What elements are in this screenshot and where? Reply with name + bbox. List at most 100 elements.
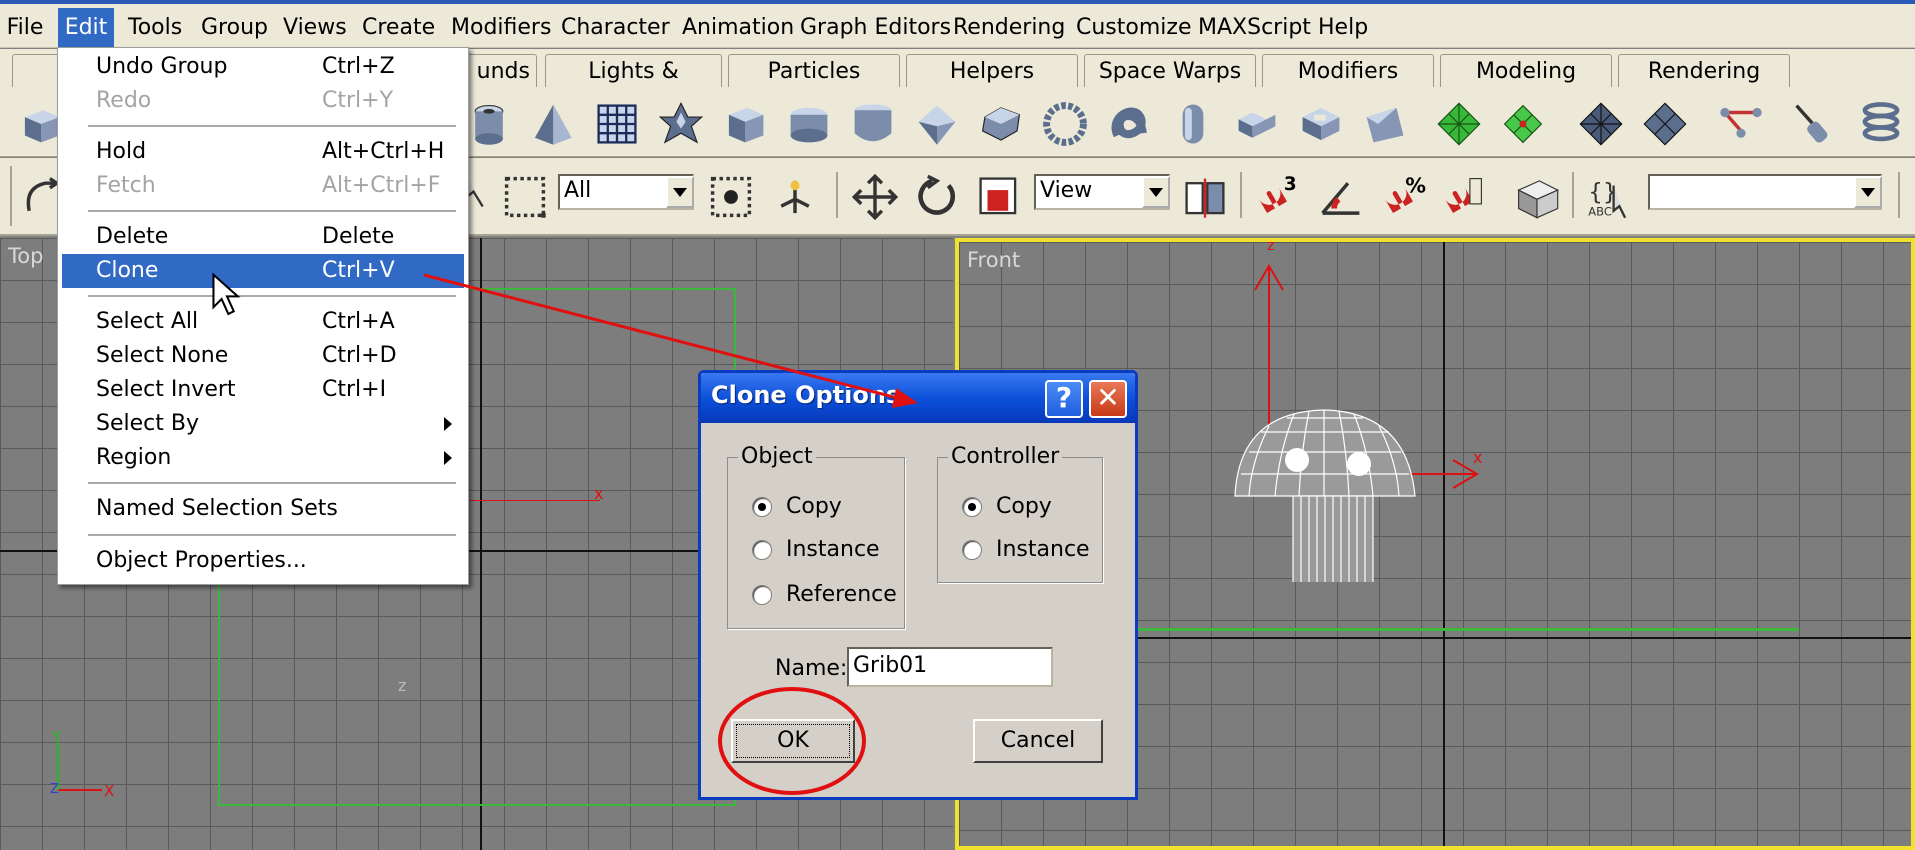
patch-quad-icon[interactable]: [1578, 101, 1624, 147]
hedra-icon[interactable]: [658, 101, 704, 147]
menu-customize[interactable]: Customize: [1076, 8, 1191, 48]
tab-helpers[interactable]: Helpers: [906, 54, 1078, 87]
svg-text:ABC: ABC: [1588, 204, 1612, 218]
grid-object-icon[interactable]: [1436, 101, 1482, 147]
bone-icon[interactable]: [1718, 101, 1764, 147]
object-group: Object Copy Instance Reference: [727, 444, 905, 629]
tab-lights-cameras[interactable]: Lights & Cameras: [545, 54, 722, 117]
edit-named-selection-icon[interactable]: {}ABC: [1586, 174, 1632, 220]
hose-icon[interactable]: [1792, 101, 1838, 147]
cancel-button[interactable]: Cancel: [973, 719, 1103, 763]
tab-modeling[interactable]: Modeling: [1440, 54, 1612, 87]
torus-knot-icon[interactable]: [1106, 101, 1152, 147]
menu-item-select-invert[interactable]: Select Invert Ctrl+I: [62, 373, 464, 407]
patch-tri-icon[interactable]: [1642, 101, 1688, 147]
ok-button[interactable]: OK: [731, 719, 855, 763]
menu-item-label: Hold: [96, 139, 147, 164]
menu-item-fetch[interactable]: Fetch Alt+Ctrl+F: [62, 169, 464, 203]
select-and-scale-icon[interactable]: [976, 174, 1022, 220]
menu-item-label: Named Selection Sets: [96, 496, 338, 521]
rectangular-selection-icon[interactable]: [502, 174, 548, 220]
tab-space-warps[interactable]: Space Warps: [1084, 54, 1256, 87]
named-selection-dropdown-arrow[interactable]: [1854, 176, 1882, 208]
menu-item-object-properties[interactable]: Object Properties...: [62, 544, 464, 578]
menu-item-select-none[interactable]: Select None Ctrl+D: [62, 339, 464, 373]
menu-item-select-all[interactable]: Select All Ctrl+A: [62, 305, 464, 339]
c-ext-icon[interactable]: [1298, 101, 1344, 147]
menu-rendering[interactable]: Rendering: [953, 8, 1065, 48]
menu-item-label: Clone: [96, 258, 159, 283]
radio-label: Copy: [786, 494, 842, 519]
tube-icon[interactable]: [466, 101, 512, 147]
menu-create[interactable]: Create: [362, 8, 435, 48]
menu-item-region[interactable]: Region: [62, 441, 464, 475]
select-and-move-icon[interactable]: [852, 174, 898, 220]
toolbar-separator: [1240, 172, 1242, 218]
chamfer-box-icon[interactable]: [722, 101, 768, 147]
snap-3d-icon[interactable]: 3: [1254, 174, 1300, 220]
close-button[interactable]: ✕: [1089, 380, 1127, 418]
menu-group[interactable]: Group: [201, 8, 268, 48]
percent-snap-icon[interactable]: %: [1380, 174, 1426, 220]
angle-snap-icon[interactable]: [1318, 174, 1364, 220]
select-by-name-icon[interactable]: [708, 174, 754, 220]
menu-item-label: Redo: [96, 88, 152, 113]
menu-item-named-selection-sets[interactable]: Named Selection Sets: [62, 492, 464, 526]
controller-group: Controller Copy Instance: [937, 444, 1103, 583]
tab-particles[interactable]: Particles: [728, 54, 900, 87]
menu-item-redo[interactable]: Redo Ctrl+Y: [62, 84, 464, 118]
pyramid-icon[interactable]: [528, 101, 574, 147]
name-field[interactable]: Grib01: [847, 647, 1053, 687]
menu-item-undo-group[interactable]: Undo Group Ctrl+Z: [62, 50, 464, 84]
gengon-icon[interactable]: [978, 101, 1024, 147]
svg-text:%: %: [1405, 174, 1426, 197]
chamfer-cylinder-icon[interactable]: [786, 101, 832, 147]
menu-modifiers[interactable]: Modifiers: [451, 8, 551, 48]
reference-coordinate-dropdown-arrow[interactable]: [1142, 176, 1170, 208]
plane-icon[interactable]: [594, 101, 640, 147]
menu-views[interactable]: Views: [283, 8, 347, 48]
menu-bar: File Edit Tools Group Views Create Modif…: [0, 0, 1915, 48]
material-editor-icon[interactable]: [1514, 174, 1560, 220]
menu-item-shortcut: Ctrl+I: [322, 377, 387, 402]
toolbar-separator: [836, 172, 838, 218]
viewport-top-label[interactable]: Top: [8, 244, 43, 268]
menu-tools[interactable]: Tools: [128, 8, 182, 48]
menu-item-hold[interactable]: Hold Alt+Ctrl+H: [62, 135, 464, 169]
menu-maxscript[interactable]: MAXScript: [1198, 8, 1311, 48]
select-and-link-icon[interactable]: [772, 174, 818, 220]
spinner-snap-icon[interactable]: [1440, 174, 1486, 220]
menu-graph-editors[interactable]: Graph Editors: [800, 8, 951, 48]
tab-rendering[interactable]: Rendering: [1618, 54, 1790, 87]
selection-filter-dropdown-arrow[interactable]: [666, 176, 694, 208]
l-ext-icon[interactable]: [1234, 101, 1280, 147]
spring-icon[interactable]: [1858, 101, 1904, 147]
select-and-rotate-icon[interactable]: [914, 174, 960, 220]
menu-character[interactable]: Character: [561, 8, 670, 48]
capsule-icon[interactable]: [1170, 101, 1216, 147]
grid-mesh-icon[interactable]: [1500, 101, 1546, 147]
menu-animation[interactable]: Animation: [682, 8, 794, 48]
menu-item-shortcut: Alt+Ctrl+H: [322, 139, 445, 164]
named-selection-set-select[interactable]: [1648, 174, 1882, 210]
help-button[interactable]: ?: [1045, 380, 1083, 418]
name-label: Name:: [775, 656, 848, 681]
prism-icon[interactable]: [1362, 101, 1408, 147]
use-pivot-center-icon[interactable]: [1182, 174, 1228, 220]
menu-help[interactable]: Help: [1318, 8, 1368, 48]
menu-edit[interactable]: Edit: [58, 8, 114, 48]
tab-modifiers[interactable]: Modifiers: [1262, 54, 1434, 87]
radio-label: Copy: [996, 494, 1052, 519]
clone-options-dialog: Clone Options ? ✕ Object Copy Instance R…: [698, 370, 1138, 800]
menu-item-select-by[interactable]: Select By: [62, 407, 464, 441]
menu-item-label: Select Invert: [96, 377, 236, 402]
oil-tank-icon[interactable]: [850, 101, 896, 147]
viewport-front-label[interactable]: Front: [967, 248, 1020, 272]
menu-item-label: Region: [96, 445, 172, 470]
menu-item-clone[interactable]: Clone Ctrl+V: [62, 254, 464, 288]
spindle-icon[interactable]: [914, 101, 960, 147]
menu-file[interactable]: File: [0, 8, 50, 48]
ringwave-icon[interactable]: [1042, 101, 1088, 147]
dialog-title-bar[interactable]: Clone Options ? ✕: [701, 373, 1135, 423]
menu-item-delete[interactable]: Delete Delete: [62, 220, 464, 254]
